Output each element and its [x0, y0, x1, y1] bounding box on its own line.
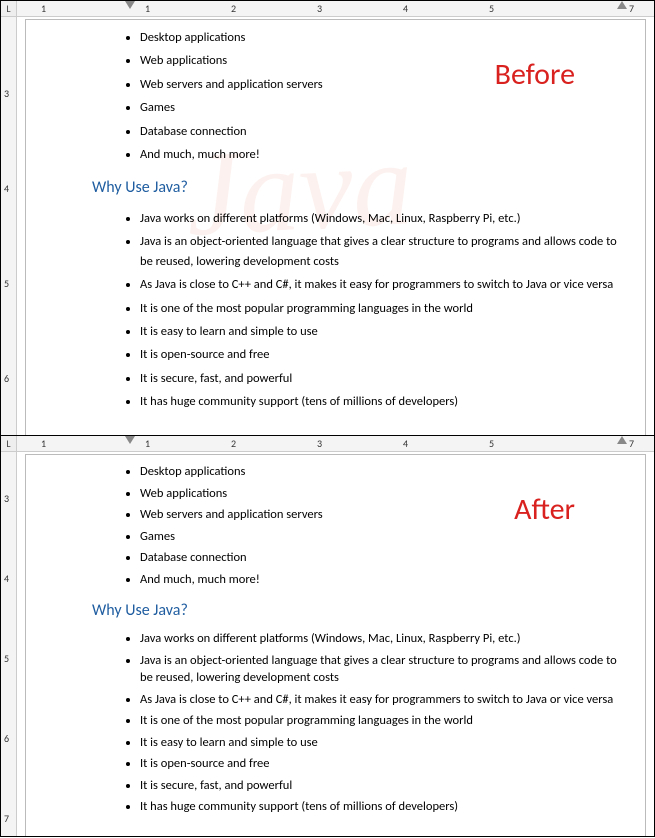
- ruler-track: 1 1 2 3 4 5 7: [17, 436, 654, 451]
- pane-after: L 1 1 2 3 4 5 7 3 4 5 6 7: [1, 435, 654, 836]
- ruler-corner: L: [1, 1, 17, 16]
- list-item[interactable]: Java works on different platforms (Windo…: [140, 628, 627, 650]
- list-item[interactable]: It is easy to learn and simple to use: [140, 732, 627, 754]
- vruler-number: 6: [4, 732, 9, 745]
- vruler-number: 3: [4, 87, 9, 100]
- uses-list: Desktop applications Web applications We…: [116, 461, 627, 590]
- right-margin-marker-icon[interactable]: [617, 1, 627, 9]
- heading-why-use-java[interactable]: Why Use Java?: [92, 600, 627, 622]
- comparison-frame: L 1 1 2 3 4 5 7 3 4 5 6 Java: [0, 0, 655, 837]
- vruler-number: 4: [4, 572, 9, 585]
- list-item[interactable]: Database connection: [140, 120, 627, 143]
- list-item[interactable]: It is secure, fast, and powerful: [140, 367, 627, 390]
- list-item[interactable]: And much, much more!: [140, 143, 627, 166]
- ruler-number: 1: [41, 2, 46, 15]
- document-page[interactable]: After Desktop applications Web applicati…: [25, 454, 646, 836]
- list-item[interactable]: It is easy to learn and simple to use: [140, 320, 627, 343]
- list-item[interactable]: It is secure, fast, and powerful: [140, 775, 627, 797]
- list-item[interactable]: It is one of the most popular programmin…: [140, 710, 627, 732]
- horizontal-ruler[interactable]: L 1 1 2 3 4 5 7: [1, 436, 654, 452]
- list-item[interactable]: And much, much more!: [140, 569, 627, 591]
- ruler-number: 2: [231, 2, 236, 15]
- indent-marker-icon[interactable]: [125, 1, 135, 9]
- ruler-number: 3: [317, 437, 322, 450]
- list-item[interactable]: As Java is close to C++ and C#, it makes…: [140, 689, 627, 711]
- ruler-number: 7: [629, 437, 634, 450]
- list-item[interactable]: Web applications: [140, 49, 627, 72]
- page-content: Desktop applications Web applications We…: [26, 20, 645, 433]
- list-item[interactable]: Java is an object-oriented language that…: [140, 650, 627, 689]
- list-item[interactable]: It is one of the most popular programmin…: [140, 297, 627, 320]
- vruler-number: 3: [4, 492, 9, 505]
- list-item[interactable]: As Java is close to C++ and C#, it makes…: [140, 273, 627, 296]
- list-item[interactable]: It is open-source and free: [140, 753, 627, 775]
- horizontal-ruler[interactable]: L 1 1 2 3 4 5 7: [1, 1, 654, 17]
- list-item[interactable]: Java works on different platforms (Windo…: [140, 207, 627, 230]
- indent-marker-icon[interactable]: [125, 436, 135, 444]
- list-item[interactable]: Java is an object-oriented language that…: [140, 230, 627, 273]
- pane-before: L 1 1 2 3 4 5 7 3 4 5 6 Java: [1, 1, 654, 435]
- page-area: Java Before Desktop applications Web app…: [17, 17, 654, 435]
- list-item[interactable]: It has huge community support (tens of m…: [140, 796, 627, 818]
- list-item[interactable]: Desktop applications: [140, 461, 627, 483]
- list-item[interactable]: Web applications: [140, 483, 627, 505]
- ruler-number: 1: [41, 437, 46, 450]
- ruler-number: 4: [403, 437, 408, 450]
- list-item[interactable]: Web servers and application servers: [140, 73, 627, 96]
- list-item[interactable]: It is open-source and free: [140, 343, 627, 366]
- ruler-number: 3: [317, 2, 322, 15]
- ruler-number: 2: [231, 437, 236, 450]
- ruler-track: 1 1 2 3 4 5 7: [17, 1, 654, 16]
- reasons-list: Java works on different platforms (Windo…: [116, 207, 627, 413]
- list-item[interactable]: Web servers and application servers: [140, 504, 627, 526]
- ruler-number: 5: [489, 437, 494, 450]
- ruler-number: 1: [145, 2, 150, 15]
- document-page[interactable]: Java Before Desktop applications Web app…: [25, 19, 646, 435]
- uses-list: Desktop applications Web applications We…: [116, 26, 627, 166]
- list-item[interactable]: It has huge community support (tens of m…: [140, 390, 627, 413]
- right-margin-marker-icon[interactable]: [617, 436, 627, 444]
- vruler-number: 7: [4, 812, 9, 825]
- ruler-number: 1: [145, 437, 150, 450]
- list-item[interactable]: Database connection: [140, 547, 627, 569]
- list-item[interactable]: Desktop applications: [140, 26, 627, 49]
- reasons-list: Java works on different platforms (Windo…: [116, 628, 627, 818]
- vruler-number: 4: [4, 182, 9, 195]
- list-item[interactable]: Games: [140, 96, 627, 119]
- vruler-number: 6: [4, 372, 9, 385]
- heading-why-use-java[interactable]: Why Use Java?: [92, 176, 627, 201]
- ruler-number: 4: [403, 2, 408, 15]
- page-area: After Desktop applications Web applicati…: [17, 452, 654, 836]
- vruler-number: 5: [4, 277, 9, 290]
- ruler-number: 5: [489, 2, 494, 15]
- ruler-number: 7: [629, 2, 634, 15]
- list-item[interactable]: Games: [140, 526, 627, 548]
- vertical-ruler[interactable]: 3 4 5 6: [1, 17, 17, 435]
- ruler-corner: L: [1, 436, 17, 451]
- vertical-ruler[interactable]: 3 4 5 6 7: [1, 452, 17, 836]
- vruler-number: 5: [4, 652, 9, 665]
- page-content: Desktop applications Web applications We…: [26, 455, 645, 836]
